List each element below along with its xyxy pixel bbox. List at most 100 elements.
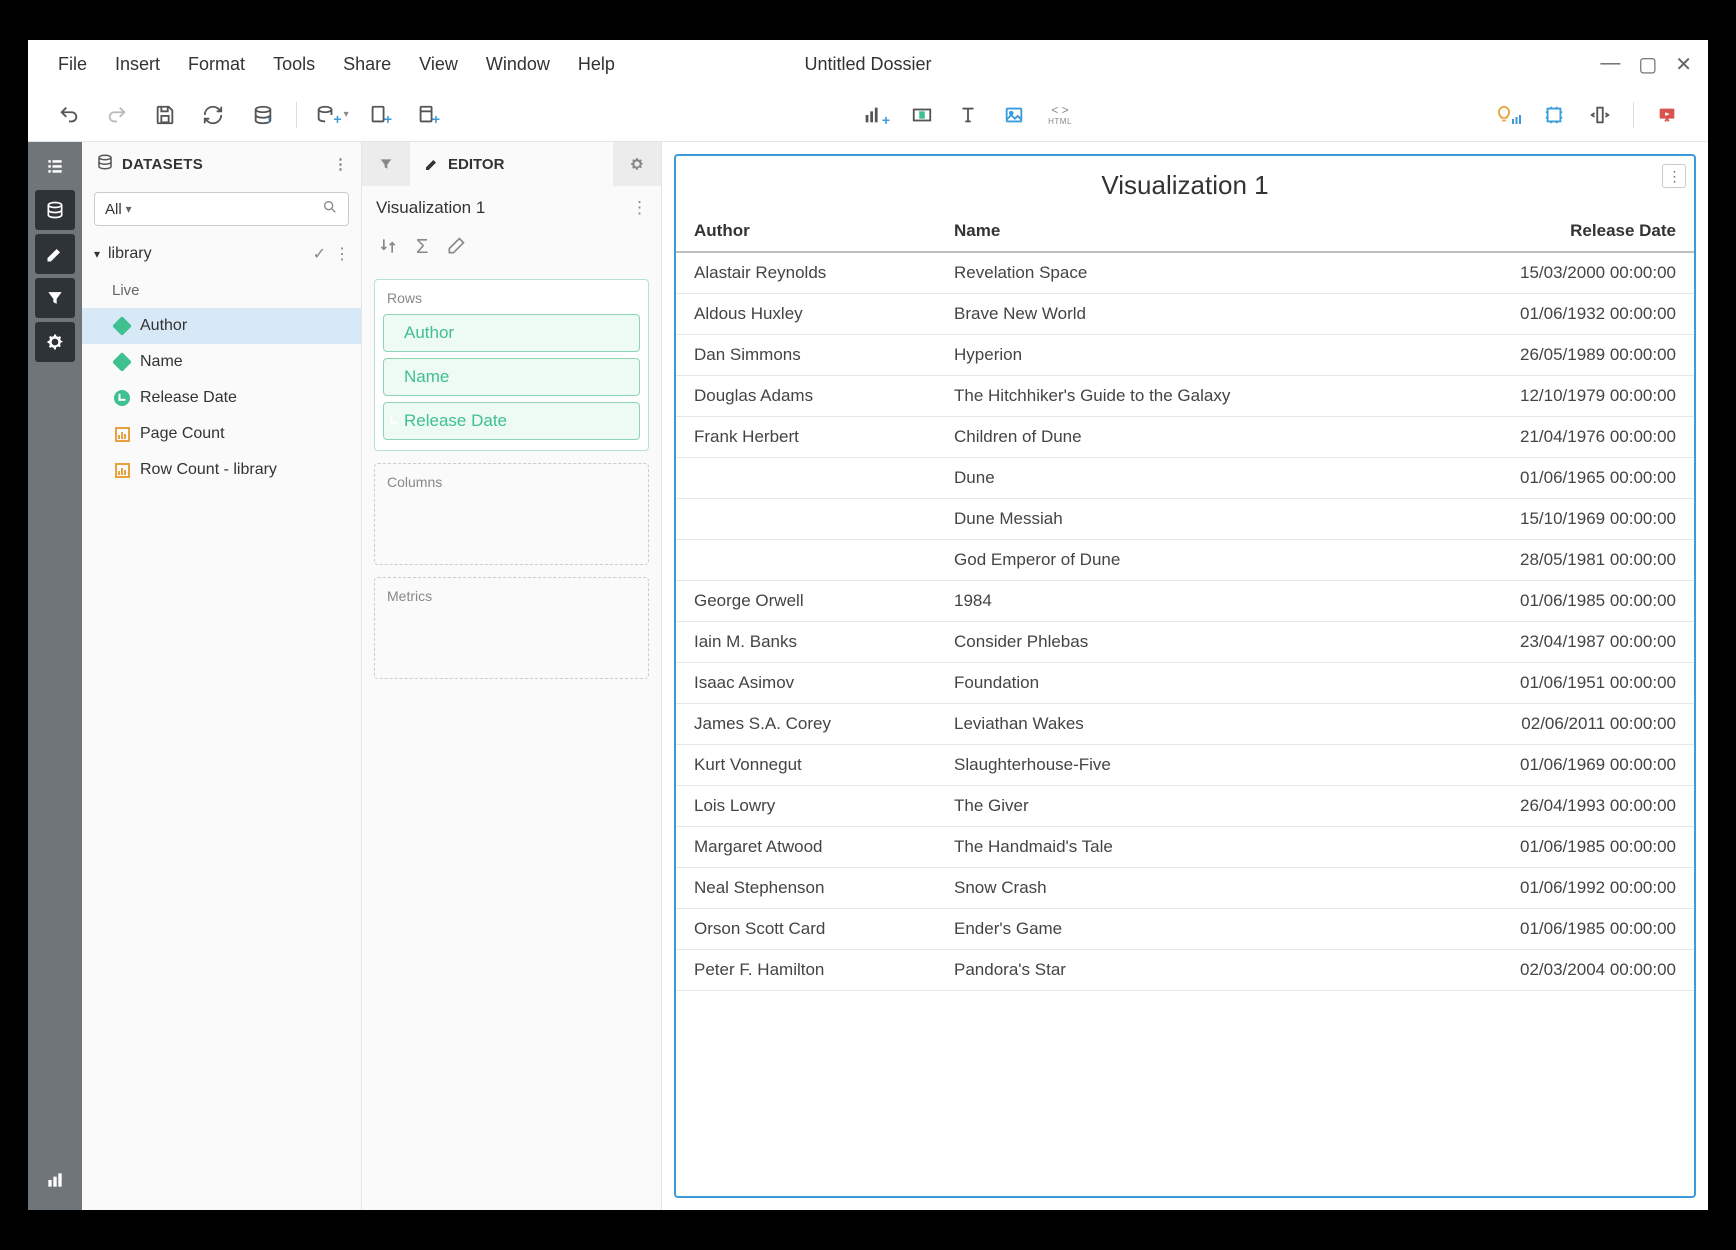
rail-contents-button[interactable]	[35, 146, 75, 186]
insert-text-button[interactable]	[947, 96, 989, 134]
col-header-name[interactable]: Name	[936, 211, 1405, 252]
attribute-author[interactable]: Author	[82, 308, 361, 344]
close-icon[interactable]: ✕	[1675, 52, 1692, 77]
eraser-icon[interactable]	[446, 236, 466, 261]
table-row[interactable]: Kurt VonnegutSlaughterhouse-Five01/06/19…	[676, 745, 1694, 786]
table-row[interactable]: Isaac AsimovFoundation01/06/1951 00:00:0…	[676, 663, 1694, 704]
swap-icon[interactable]	[378, 236, 398, 261]
menu-share[interactable]: Share	[329, 54, 405, 75]
chip-release-date[interactable]: Release Date	[383, 402, 640, 440]
redo-button[interactable]	[96, 96, 138, 134]
cell-name: Hyperion	[936, 335, 1405, 376]
attribute-name[interactable]: Name	[82, 344, 361, 380]
menu-tools[interactable]: Tools	[259, 54, 329, 75]
table-row[interactable]: Frank HerbertChildren of Dune21/04/1976 …	[676, 417, 1694, 458]
rail-editor-button[interactable]	[35, 234, 75, 274]
new-chapter-button[interactable]: +	[407, 96, 449, 134]
cell-name: The Handmaid's Tale	[936, 827, 1405, 868]
menu-format[interactable]: Format	[174, 54, 259, 75]
minimize-icon[interactable]: —	[1600, 52, 1620, 77]
cell-author: Alastair Reynolds	[676, 252, 936, 294]
attribute-release-date[interactable]: Release Date	[82, 380, 361, 416]
attribute-page-count[interactable]: Page Count	[82, 416, 361, 452]
rows-label: Rows	[383, 288, 640, 314]
table-row[interactable]: Dune01/06/1965 00:00:00	[676, 458, 1694, 499]
add-data-button[interactable]: +▾	[311, 96, 353, 134]
refresh-button[interactable]	[192, 96, 234, 134]
data-button[interactable]: i	[240, 96, 282, 134]
rows-dropzone[interactable]: Rows Author Name Release Date	[374, 279, 649, 451]
menu-insert[interactable]: Insert	[101, 54, 174, 75]
visualization-card[interactable]: ⋮ Visualization 1 Author Name Release Da…	[674, 154, 1696, 1198]
editor-viz-name: Visualization 1	[376, 198, 485, 218]
table-row[interactable]: Dan SimmonsHyperion26/05/1989 00:00:00	[676, 335, 1694, 376]
metric-icon	[112, 463, 132, 478]
col-header-date[interactable]: Release Date	[1405, 211, 1694, 252]
table-row[interactable]: Douglas AdamsThe Hitchhiker's Guide to t…	[676, 376, 1694, 417]
sigma-icon[interactable]: Σ	[416, 236, 428, 261]
table-row[interactable]: Dune Messiah15/10/1969 00:00:00	[676, 499, 1694, 540]
cell-date: 01/06/1985 00:00:00	[1405, 909, 1694, 950]
table-row[interactable]: James S.A. CoreyLeviathan Wakes02/06/201…	[676, 704, 1694, 745]
cell-date: 02/03/2004 00:00:00	[1405, 950, 1694, 991]
datasets-filter-select[interactable]: All ▾	[94, 192, 349, 226]
cell-author: Isaac Asimov	[676, 663, 936, 704]
table-row[interactable]: Neal StephensonSnow Crash01/06/1992 00:0…	[676, 868, 1694, 909]
cell-author: Margaret Atwood	[676, 827, 936, 868]
chip-name[interactable]: Name	[383, 358, 640, 396]
present-button[interactable]	[1646, 96, 1688, 134]
cell-author: James S.A. Corey	[676, 704, 936, 745]
table-row[interactable]: Margaret AtwoodThe Handmaid's Tale01/06/…	[676, 827, 1694, 868]
metrics-dropzone[interactable]: Metrics	[374, 577, 649, 679]
menu-help[interactable]: Help	[564, 54, 629, 75]
menu-file[interactable]: File	[44, 54, 101, 75]
panel-toggle-button[interactable]	[1579, 96, 1621, 134]
maximize-icon[interactable]: ▢	[1638, 52, 1657, 77]
dataset-tree: ▾ library ✓⋮ Live AuthorNameRelease Date…	[82, 232, 361, 492]
table-row[interactable]: God Emperor of Dune28/05/1981 00:00:00	[676, 540, 1694, 581]
table-row[interactable]: Peter F. HamiltonPandora's Star02/03/200…	[676, 950, 1694, 991]
rail-format-button[interactable]	[35, 322, 75, 362]
editor-settings-tab[interactable]	[613, 142, 661, 186]
database-icon	[96, 153, 114, 175]
insert-chart-button[interactable]: +	[855, 96, 897, 134]
rail-filter-button[interactable]	[35, 278, 75, 318]
data-grid[interactable]: Author Name Release Date Alastair Reynol…	[676, 211, 1694, 1196]
datasets-more-icon[interactable]: ⋮	[333, 155, 347, 173]
caret-down-icon: ▾	[94, 247, 108, 261]
table-row[interactable]: George Orwell198401/06/1985 00:00:00	[676, 581, 1694, 622]
datasets-header: DATASETS ⋮	[82, 142, 361, 186]
table-row[interactable]: Alastair ReynoldsRevelation Space15/03/2…	[676, 252, 1694, 294]
search-icon[interactable]	[322, 199, 338, 220]
viz-menu-icon[interactable]: ⋮	[1662, 164, 1686, 188]
editor-tab[interactable]: EDITOR	[410, 142, 613, 186]
group-more-icon[interactable]: ⋮	[334, 244, 349, 264]
chip-author[interactable]: Author	[383, 314, 640, 352]
insert-html-button[interactable]: < >HTML	[1039, 96, 1081, 134]
clock-icon	[112, 390, 132, 406]
cell-name: Dune Messiah	[936, 499, 1405, 540]
table-row[interactable]: Orson Scott CardEnder's Game01/06/1985 0…	[676, 909, 1694, 950]
editor-filter-tab[interactable]	[362, 142, 410, 186]
editor-panel: EDITOR Visualization 1 ⋮ Σ Rows Author Na…	[362, 142, 662, 1210]
new-page-button[interactable]: +	[359, 96, 401, 134]
chevron-down-icon: ▾	[126, 202, 132, 216]
attribute-row-count---library[interactable]: Row Count - library	[82, 452, 361, 488]
insights-button[interactable]	[1487, 96, 1529, 134]
undo-button[interactable]	[48, 96, 90, 134]
rail-datasets-button[interactable]	[35, 190, 75, 230]
responsive-button[interactable]	[1533, 96, 1575, 134]
dataset-group-library[interactable]: ▾ library ✓⋮	[82, 236, 361, 272]
editor-viz-more-icon[interactable]: ⋮	[631, 198, 647, 218]
columns-dropzone[interactable]: Columns	[374, 463, 649, 565]
save-button[interactable]	[144, 96, 186, 134]
rail-chart-icon[interactable]	[35, 1160, 75, 1200]
table-row[interactable]: Iain M. BanksConsider Phlebas23/04/1987 …	[676, 622, 1694, 663]
col-header-author[interactable]: Author	[676, 211, 936, 252]
menu-window[interactable]: Window	[472, 54, 564, 75]
menu-view[interactable]: View	[405, 54, 472, 75]
table-row[interactable]: Lois LowryThe Giver26/04/1993 00:00:00	[676, 786, 1694, 827]
insert-image-button[interactable]	[993, 96, 1035, 134]
table-row[interactable]: Aldous HuxleyBrave New World01/06/1932 0…	[676, 294, 1694, 335]
insert-filter-button[interactable]	[901, 96, 943, 134]
